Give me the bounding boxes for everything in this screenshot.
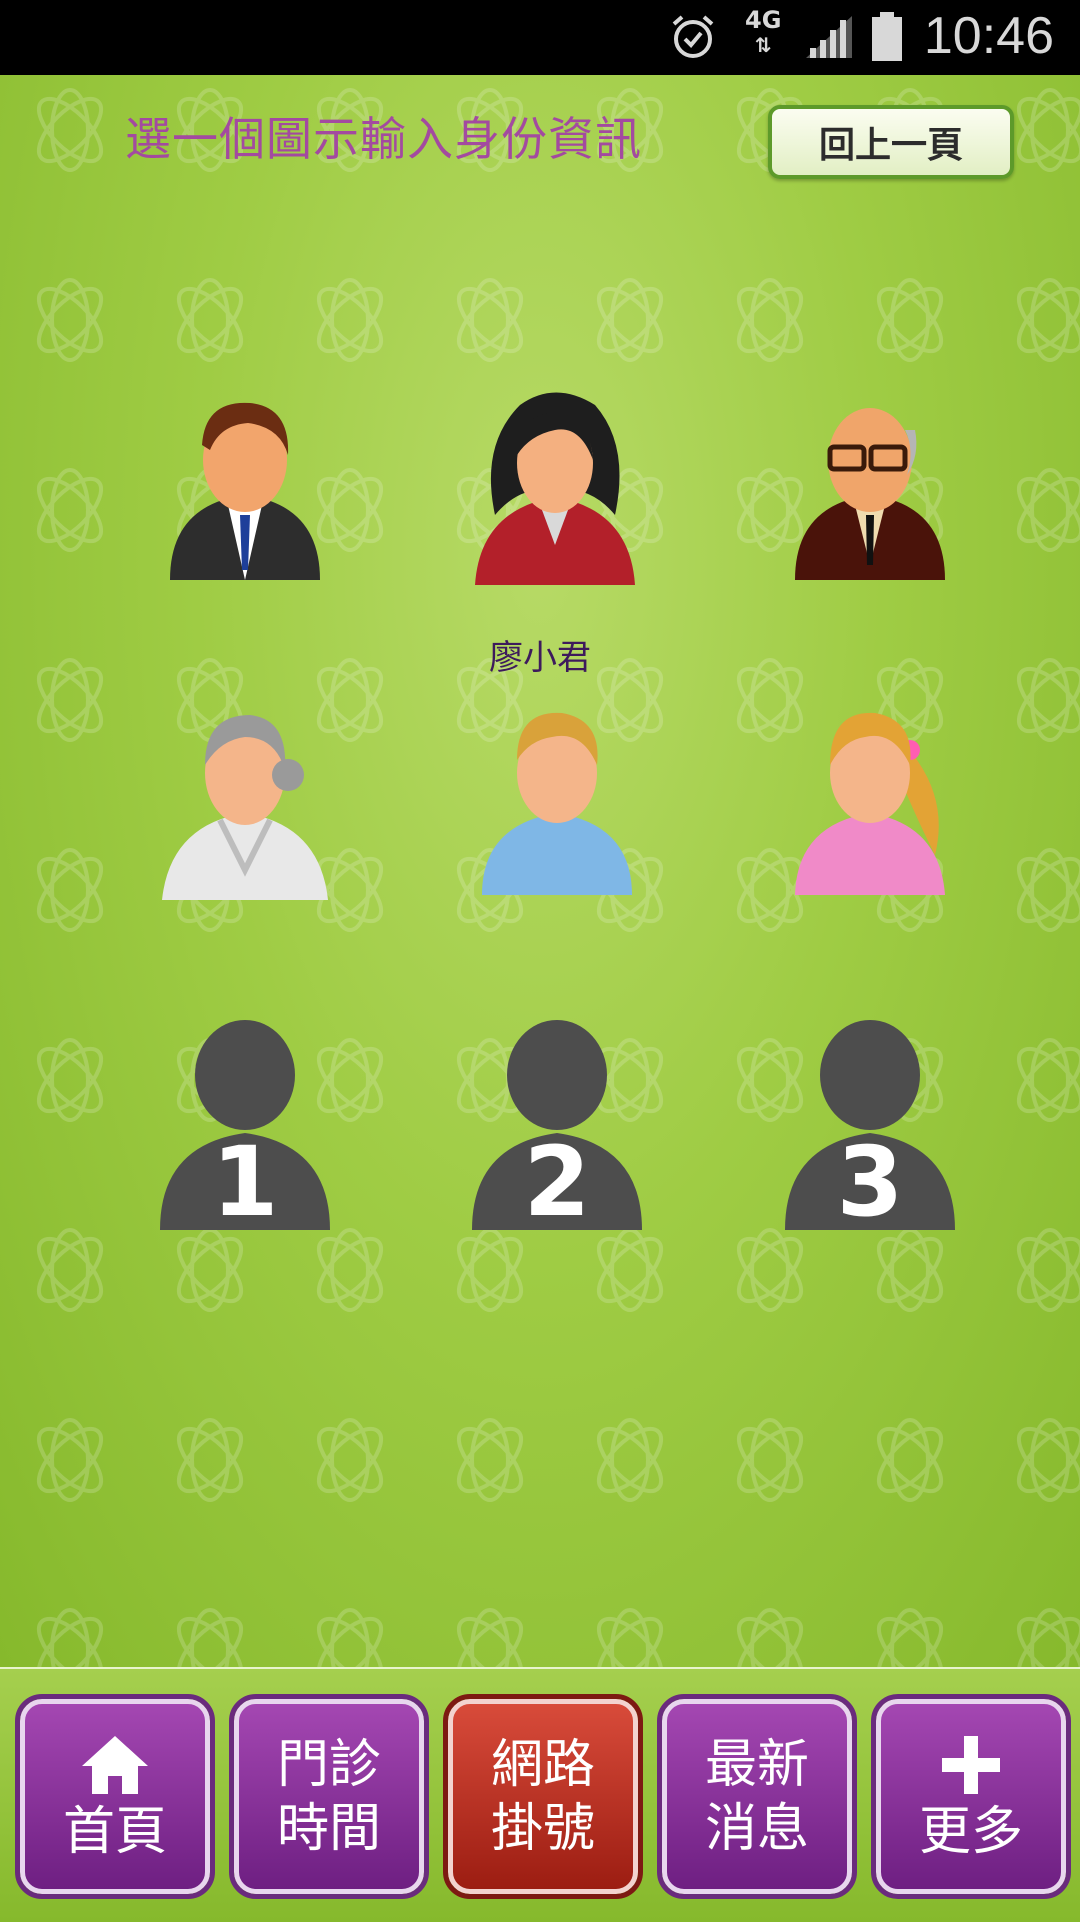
empty-slot-1[interactable]: 1 — [150, 1005, 340, 1238]
nav-register-label-line2: 掛號 — [490, 1798, 595, 1859]
page-title: 選一個圖示輸入身份資訊 — [125, 112, 642, 166]
blank-person-icon: 3 — [785, 1020, 955, 1238]
slot-number: 3 — [837, 1126, 904, 1235]
nav-clinic-label-line2: 時間 — [276, 1798, 381, 1859]
network-type: 4G — [745, 6, 782, 34]
blank-person-icon: 1 — [160, 1020, 330, 1238]
slot-number: 1 — [212, 1126, 279, 1235]
avatar-businessman[interactable] — [150, 375, 340, 605]
nav-more-label: 更多 — [918, 1801, 1023, 1862]
network-indicator: 4G ⇅ — [745, 8, 781, 57]
data-arrows-icon: ⇅ — [754, 33, 772, 57]
nav-register-label-line1: 網路 — [490, 1734, 595, 1795]
nav-home-button[interactable]: 首頁 — [15, 1694, 215, 1899]
businesswoman-icon — [475, 392, 635, 585]
blank-person-icon: 2 — [472, 1020, 642, 1238]
bottom-nav: 首頁 門診 時間 網路 掛號 最新 消息 更多 — [0, 1667, 1080, 1922]
boy-icon — [482, 712, 632, 895]
signal-icon — [804, 14, 854, 64]
avatar-elderly-woman[interactable] — [150, 685, 340, 915]
slot-number: 2 — [524, 1126, 591, 1235]
nav-more-button[interactable]: 更多 — [871, 1694, 1071, 1899]
businessman-icon — [170, 402, 320, 580]
nav-news-label-line1: 最新 — [704, 1734, 809, 1795]
nav-clinic-label-line1: 門診 — [276, 1734, 381, 1795]
alarm-icon — [668, 12, 718, 66]
elderly-woman-icon — [162, 715, 328, 900]
back-button[interactable]: 回上一頁 — [768, 105, 1014, 179]
nav-clinic-hours-button[interactable]: 門診 時間 — [229, 1694, 429, 1899]
plus-icon — [940, 1730, 1002, 1800]
nav-news-button[interactable]: 最新 消息 — [657, 1694, 857, 1899]
avatar-businesswoman[interactable] — [460, 375, 650, 605]
nav-news-label-line2: 消息 — [704, 1798, 809, 1859]
avatar-boy[interactable] — [462, 685, 652, 915]
avatar-girl[interactable] — [775, 685, 965, 915]
battery-icon — [870, 12, 904, 66]
avatar-name-label: 廖小君 — [489, 638, 591, 678]
status-bar: 4G ⇅ 10:46 — [0, 0, 1080, 75]
empty-slot-2[interactable]: 2 — [462, 1005, 652, 1238]
girl-icon — [795, 712, 945, 895]
home-icon — [80, 1730, 150, 1800]
clock: 10:46 — [923, 7, 1054, 65]
nav-home-label: 首頁 — [62, 1801, 167, 1862]
elderly-man-icon — [795, 408, 945, 580]
identity-select-screen: 選一個圖示輸入身份資訊 回上一頁 廖小君 1 2 3 — [0, 75, 1080, 1667]
empty-slot-3[interactable]: 3 — [775, 1005, 965, 1238]
nav-online-registration-button[interactable]: 網路 掛號 — [443, 1694, 643, 1899]
avatar-elderly-man[interactable] — [775, 375, 965, 605]
